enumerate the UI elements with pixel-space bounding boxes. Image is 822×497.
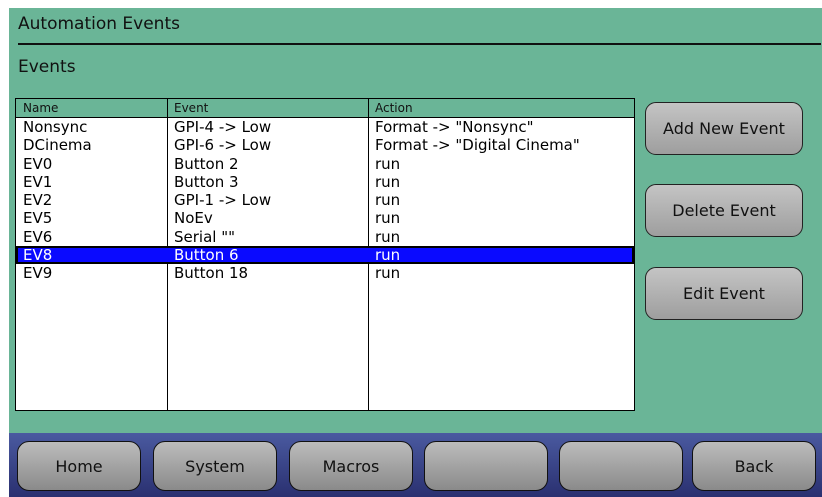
section-title: Events bbox=[18, 57, 76, 77]
cell-name: EV8 bbox=[23, 246, 53, 265]
cell-event: GPI-1 -> Low bbox=[174, 191, 272, 210]
table-header: Name Event Action bbox=[16, 99, 634, 118]
blank-button-1[interactable] bbox=[424, 441, 548, 491]
cell-action: run bbox=[375, 246, 401, 265]
events-table: Name Event Action Nonsync GPI-4 -> Low F… bbox=[15, 98, 635, 411]
table-row[interactable]: DCinema GPI-6 -> Low Format -> "Digital … bbox=[16, 136, 634, 154]
table-row[interactable]: EV5 NoEv run bbox=[16, 209, 634, 227]
cell-name: EV6 bbox=[23, 227, 53, 246]
column-header-name[interactable]: Name bbox=[23, 101, 58, 115]
cell-action: run bbox=[375, 191, 401, 210]
page-title: Automation Events bbox=[18, 14, 180, 34]
cell-action: run bbox=[375, 209, 401, 228]
edit-event-button[interactable]: Edit Event bbox=[645, 267, 803, 320]
cell-event: Button 3 bbox=[174, 172, 239, 191]
cell-name: EV2 bbox=[23, 191, 53, 210]
title-divider bbox=[18, 43, 821, 45]
column-header-event[interactable]: Event bbox=[174, 101, 208, 115]
delete-event-button[interactable]: Delete Event bbox=[645, 184, 803, 237]
cell-event: Serial "" bbox=[174, 227, 236, 246]
cell-name: EV0 bbox=[23, 154, 53, 173]
cell-event: GPI-4 -> Low bbox=[174, 118, 272, 136]
cell-event: GPI-6 -> Low bbox=[174, 136, 272, 155]
table-row[interactable]: EV9 Button 18 run bbox=[16, 264, 634, 282]
cell-name: Nonsync bbox=[23, 118, 88, 136]
add-new-event-button[interactable]: Add New Event bbox=[645, 102, 803, 155]
table-row[interactable]: EV1 Button 3 run bbox=[16, 173, 634, 191]
table-row[interactable]: EV6 Serial "" run bbox=[16, 228, 634, 246]
cell-action: run bbox=[375, 172, 401, 191]
blank-button-2[interactable] bbox=[559, 441, 683, 491]
cell-event: Button 2 bbox=[174, 154, 239, 173]
cell-name: EV9 bbox=[23, 264, 53, 283]
cell-event: Button 18 bbox=[174, 264, 249, 283]
cell-action: Format -> "Digital Cinema" bbox=[375, 136, 580, 155]
cell-action: run bbox=[375, 227, 401, 246]
table-row[interactable]: EV2 GPI-1 -> Low run bbox=[16, 191, 634, 209]
table-row[interactable]: EV0 Button 2 run bbox=[16, 155, 634, 173]
cell-action: run bbox=[375, 154, 401, 173]
table-body: Nonsync GPI-4 -> Low Format -> "Nonsync"… bbox=[16, 118, 634, 283]
table-row[interactable]: Nonsync GPI-4 -> Low Format -> "Nonsync" bbox=[16, 118, 634, 136]
cell-event: Button 6 bbox=[174, 246, 239, 265]
back-button[interactable]: Back bbox=[692, 441, 816, 491]
cell-action: run bbox=[375, 264, 401, 283]
cell-name: DCinema bbox=[23, 136, 92, 155]
macros-button[interactable]: Macros bbox=[289, 441, 413, 491]
cell-event: NoEv bbox=[174, 209, 213, 228]
column-header-action[interactable]: Action bbox=[375, 101, 413, 115]
cell-name: EV5 bbox=[23, 209, 53, 228]
home-button[interactable]: Home bbox=[17, 441, 141, 491]
table-row-selected[interactable]: EV8 Button 6 run bbox=[16, 246, 634, 265]
cell-name: EV1 bbox=[23, 172, 53, 191]
system-button[interactable]: System bbox=[153, 441, 277, 491]
cell-action: Format -> "Nonsync" bbox=[375, 118, 534, 136]
